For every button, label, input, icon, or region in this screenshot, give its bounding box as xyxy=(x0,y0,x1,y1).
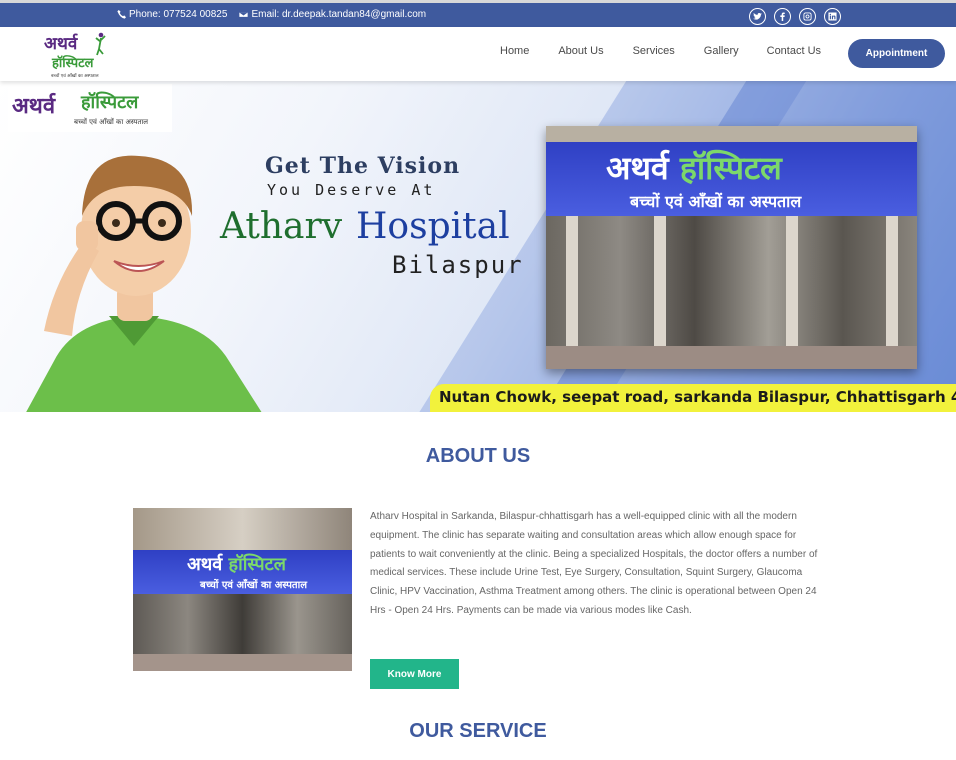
hospital-logo[interactable]: अथर्व हॉस्पिटल बच्चों एवं आँखों का अस्पत… xyxy=(42,29,112,79)
svg-text:अथर्व: अथर्व xyxy=(44,33,79,54)
banner-city: Bilaspur xyxy=(392,251,524,279)
phone-item[interactable]: Phone: 077524 00825 xyxy=(117,9,227,20)
address-strip: Nutan Chowk, seepat road, sarkanda Bilas… xyxy=(430,384,956,412)
main-nav: Home About Us Services Gallery Contact U… xyxy=(500,45,821,57)
banner-logo-word2: हॉस्पिटल xyxy=(81,92,139,113)
our-service-title: OUR SERVICE xyxy=(409,720,547,742)
svg-text:हॉस्पिटल: हॉस्पिटल xyxy=(51,55,95,71)
hospital-storefront-image: अथर्व हॉस्पिटल बच्चों एवं आँखों का अस्पत… xyxy=(546,126,917,369)
email-text: Email: dr.deepak.tandan84@gmail.com xyxy=(251,9,427,20)
banner-logo-tagline: बच्चों एवं आँखों का अस्पताल xyxy=(74,118,149,126)
linkedin-link[interactable] xyxy=(824,8,841,25)
phone-text: Phone: 077524 00825 xyxy=(129,9,228,20)
nav-about-us[interactable]: About Us xyxy=(558,45,603,57)
about-storefront-image: अथर्व हॉस्पिटल बच्चों एवं आँखों का अस्पत… xyxy=(133,508,352,671)
svg-text:बच्चों एवं आँखों का अस्पताल: बच्चों एवं आँखों का अस्पताल xyxy=(51,72,100,79)
facebook-icon xyxy=(780,12,785,21)
about-description: Atharv Hospital in Sarkanda, Bilaspur-ch… xyxy=(370,511,818,616)
phone-icon xyxy=(117,10,126,19)
nav-services[interactable]: Services xyxy=(633,45,675,57)
contact-info: Phone: 077524 00825 Email: dr.deepak.tan… xyxy=(117,9,426,20)
nav-contact-us[interactable]: Contact Us xyxy=(767,45,821,57)
storefront-signboard: अथर्व हॉस्पिटल बच्चों एवं आँखों का अस्पत… xyxy=(546,142,917,216)
about-signboard: अथर्व हॉस्पिटल बच्चों एवं आँखों का अस्पत… xyxy=(133,550,352,594)
banner-headline: Get The Vision xyxy=(265,153,461,179)
nav-home[interactable]: Home xyxy=(500,45,529,57)
banner-name-hospital: Hospital xyxy=(356,206,510,247)
banner-name-atharv: Atharv xyxy=(220,206,343,247)
email-item[interactable]: Email: dr.deepak.tandan84@gmail.com xyxy=(239,9,426,20)
facebook-link[interactable] xyxy=(774,8,791,25)
twitter-icon xyxy=(753,12,762,20)
instagram-link[interactable] xyxy=(799,8,816,25)
appointment-button[interactable]: Appointment xyxy=(848,39,945,68)
social-links xyxy=(749,8,841,25)
site-header: अथर्व हॉस्पिटल बच्चों एवं आँखों का अस्पत… xyxy=(0,27,956,81)
address-text: Nutan Chowk, seepat road, sarkanda Bilas… xyxy=(439,388,956,406)
about-us-title: ABOUT US xyxy=(425,445,531,467)
banner-hospital-name: Atharv Hospital xyxy=(220,206,510,247)
banner-logo: अथर्व हॉस्पिटल बच्चों एवं आँखों का अस्पत… xyxy=(8,84,172,132)
banner-subheadline: You Deserve At xyxy=(267,181,436,199)
instagram-icon xyxy=(803,12,812,21)
know-more-button[interactable]: Know More xyxy=(370,659,459,689)
banner-logo-word1: अथर्व xyxy=(12,94,56,119)
envelope-icon xyxy=(239,11,249,18)
twitter-link[interactable] xyxy=(749,8,766,25)
top-bar: Phone: 077524 00825 Email: dr.deepak.tan… xyxy=(0,0,956,27)
boy-with-glasses-image xyxy=(26,155,262,412)
hero-banner: अथर्व हॉस्पिटल बच्चों एवं आँखों का अस्पत… xyxy=(0,81,956,412)
linkedin-icon xyxy=(828,12,837,21)
nav-gallery[interactable]: Gallery xyxy=(704,45,739,57)
